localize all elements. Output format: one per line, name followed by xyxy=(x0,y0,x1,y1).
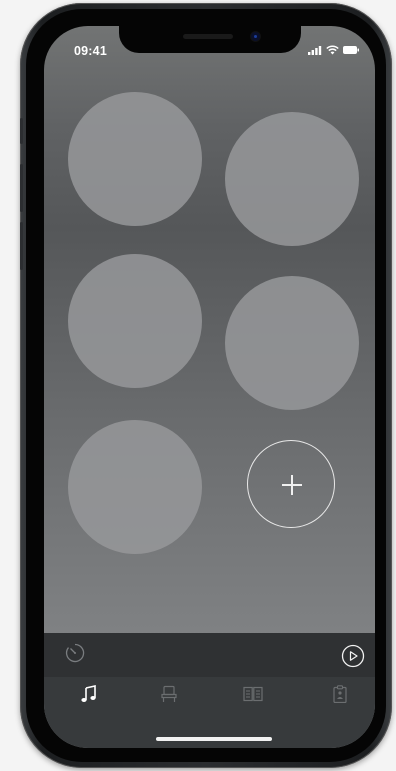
tab-book[interactable] xyxy=(240,681,266,707)
player-bar xyxy=(44,633,375,677)
speaker xyxy=(183,34,233,39)
play-icon xyxy=(341,644,365,668)
add-preset-button[interactable] xyxy=(247,440,335,528)
status-icons xyxy=(308,45,359,55)
play-button[interactable] xyxy=(339,642,367,670)
timer-button[interactable] xyxy=(61,639,89,667)
preset-circle-5[interactable] xyxy=(68,420,202,554)
timer-icon xyxy=(65,643,85,663)
front-camera xyxy=(251,32,260,41)
preset-circle-1[interactable] xyxy=(68,92,202,226)
tab-music[interactable] xyxy=(76,681,102,707)
preset-circle-2[interactable] xyxy=(225,112,359,246)
wifi-icon xyxy=(326,45,339,55)
preset-circle-4[interactable] xyxy=(225,276,359,410)
tab-chair[interactable] xyxy=(156,681,182,707)
notch xyxy=(119,26,301,53)
app-screen: 09:41 xyxy=(44,26,375,748)
music-note-icon xyxy=(81,685,96,702)
signal-icon xyxy=(308,45,322,55)
battery-icon xyxy=(343,46,359,54)
volume-up-button xyxy=(20,164,23,212)
volume-down-button xyxy=(20,222,23,270)
tab-clipboard[interactable] xyxy=(327,681,353,707)
preset-circle-3[interactable] xyxy=(68,254,202,388)
home-indicator xyxy=(156,737,272,741)
chair-icon xyxy=(161,685,177,702)
book-icon xyxy=(243,686,263,702)
side-button xyxy=(20,118,23,144)
clipboard-icon xyxy=(333,685,347,703)
status-time: 09:41 xyxy=(74,44,107,58)
